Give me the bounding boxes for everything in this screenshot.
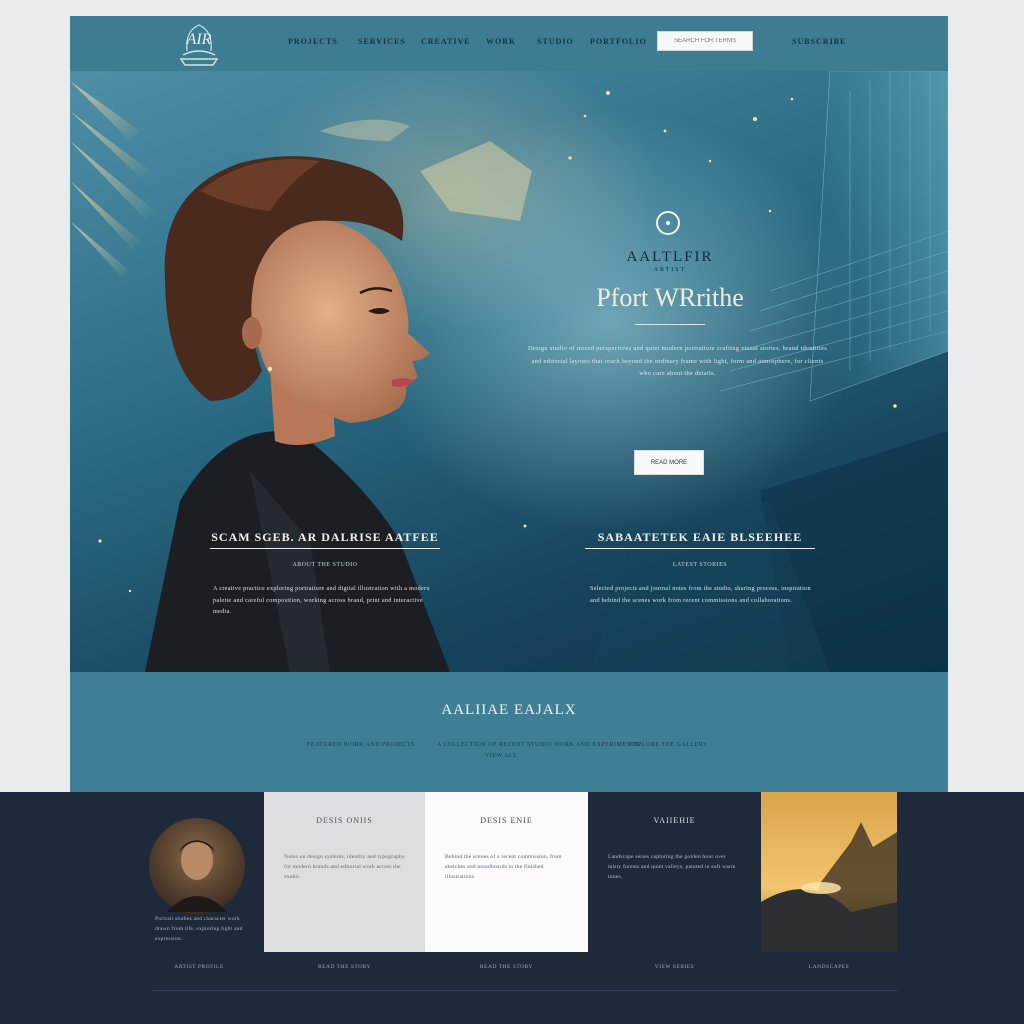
left-column-subtitle: ABOUT THE STUDIO <box>292 562 358 568</box>
story-card-2-title: DESIS ENIE <box>480 816 533 825</box>
story-card-1-title: DESIS ONIIS <box>316 816 373 825</box>
story-card-2-footer[interactable]: READ THE STORY <box>425 964 588 970</box>
logo[interactable]: AIR <box>170 16 228 71</box>
hero-description: Design studio of mixed perspectives and … <box>527 345 828 377</box>
footer-divider <box>152 990 898 991</box>
nav-link-creative[interactable]: CREATIVE <box>421 37 471 49</box>
nav-link-subscribe[interactable]: SUBSCRIBE <box>792 37 846 49</box>
series-card-title: VAIIEHIE <box>653 816 696 825</box>
featured-band: AALIIAE EAJALX FEATURED WORK AND PROJECT… <box>70 672 948 792</box>
nav-link-portfolio[interactable]: PORTFOLIO <box>590 37 647 49</box>
story-card-2[interactable]: DESIS ENIE Behind the scenes of a recent… <box>425 792 588 970</box>
left-column-body: A creative practice exploring portraitur… <box>213 585 430 615</box>
hero-divider <box>635 324 705 325</box>
landscape-image <box>761 792 897 952</box>
band-meta-center-link[interactable]: VIEW ALL <box>485 753 517 759</box>
cards-section: Portrait studies and character work draw… <box>0 792 1024 1024</box>
right-column-body: Selected projects and journal notes from… <box>590 585 811 604</box>
nav-link-services[interactable]: SERVICES <box>358 37 406 49</box>
band-meta-right[interactable]: EXPLORE THE GALLERY <box>629 742 708 748</box>
right-column-subtitle: LATEST STORIES <box>672 562 728 568</box>
avatar <box>149 818 245 914</box>
series-card-body: Landscape series capturing the golden ho… <box>608 854 736 881</box>
hero-kicker: AALTLFIR <box>626 249 714 265</box>
story-card-2-body: Behind the scenes of a recent commission… <box>445 854 562 881</box>
top-navigation: AIR PROJECTS SERVICES CREATIVE WORK STUD… <box>70 16 948 71</box>
landscape-card[interactable]: LANDSCAPES <box>761 792 897 970</box>
series-card[interactable]: VAIIEHIE Landscape series capturing the … <box>588 792 761 970</box>
hero-section: AALTLFIR ARTIST Pfort WRrithe Design stu… <box>70 71 948 672</box>
logo-text: AIR <box>186 31 212 48</box>
band-meta-left[interactable]: FEATURED WORK AND PROJECTS <box>307 742 415 748</box>
left-column-title: SCAM SGEB. AR DALRISE AATFEE <box>211 530 439 544</box>
hero-title: Pfort WRrithe <box>596 283 744 312</box>
story-card-1-footer[interactable]: READ THE STORY <box>264 964 425 970</box>
nav-link-work[interactable]: WORK <box>486 37 516 49</box>
hero-kicker-sub: ARTIST <box>653 267 687 273</box>
search-input[interactable] <box>657 31 753 51</box>
profile-card-body: Portrait studies and character work draw… <box>155 916 243 943</box>
nav-link-projects[interactable]: PROJECTS <box>288 37 338 49</box>
band-meta-center: A COLLECTION OF RECENT STUDIO WORK AND E… <box>437 742 640 748</box>
read-more-button[interactable]: READ MORE <box>634 450 704 475</box>
profile-card[interactable]: Portrait studies and character work draw… <box>147 792 251 970</box>
series-card-footer[interactable]: VIEW SERIES <box>588 964 761 970</box>
target-icon <box>656 211 680 235</box>
right-column-title: SABAATETEK EAIE BLSEEHEE <box>597 530 803 544</box>
left-column-divider <box>210 548 440 549</box>
nav-link-studio[interactable]: STUDIO <box>537 37 574 49</box>
band-title: AALIIAE EAJALX <box>441 702 577 718</box>
profile-card-footer[interactable]: ARTIST PROFILE <box>147 964 251 970</box>
story-card-1-body: Notes on design systems, identity and ty… <box>284 854 405 881</box>
landscape-card-footer[interactable]: LANDSCAPES <box>761 964 897 970</box>
right-column-divider <box>585 548 815 549</box>
story-card-1[interactable]: DESIS ONIIS Notes on design systems, ide… <box>264 792 425 970</box>
